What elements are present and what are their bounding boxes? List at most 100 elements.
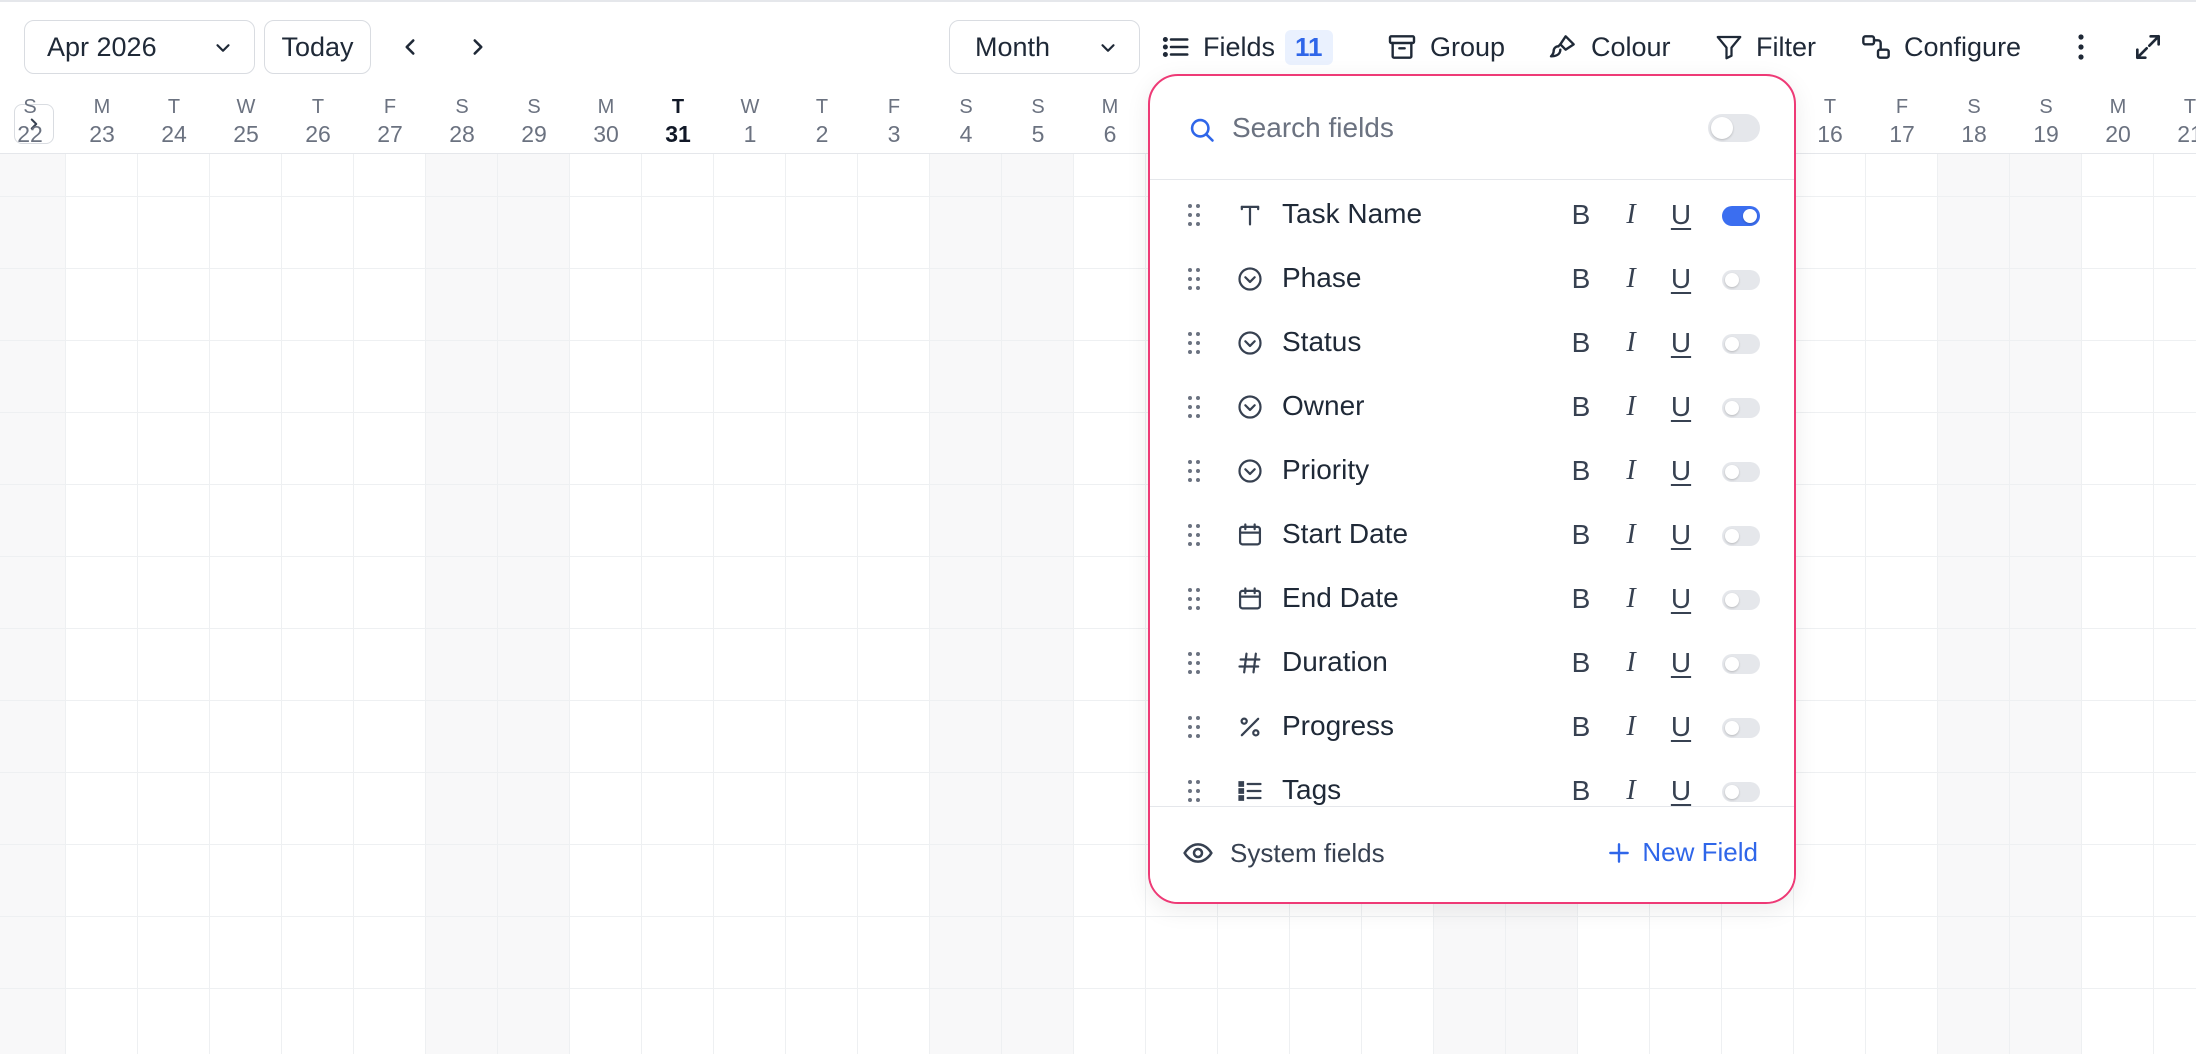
new-field-button[interactable]: New Field (1606, 837, 1758, 868)
day-column[interactable] (66, 154, 138, 1054)
day-column[interactable] (930, 154, 1002, 1054)
bold-button[interactable]: B (1566, 198, 1596, 232)
field-visibility-toggle[interactable] (1722, 782, 1760, 802)
italic-button[interactable]: I (1616, 326, 1646, 360)
drag-handle-icon[interactable] (1186, 778, 1202, 809)
underline-button[interactable]: U (1666, 326, 1696, 360)
search-fields-input[interactable] (1232, 106, 1612, 150)
colour-button[interactable]: Colour (1547, 26, 1671, 68)
bold-button[interactable]: B (1566, 390, 1596, 424)
today-button[interactable]: Today (264, 20, 371, 74)
bold-button[interactable]: B (1566, 646, 1596, 680)
bold-button[interactable]: B (1566, 518, 1596, 552)
field-row-progress[interactable]: Progress B I U (1150, 696, 1794, 760)
field-visibility-toggle[interactable] (1722, 590, 1760, 610)
underline-button[interactable]: U (1666, 518, 1696, 552)
italic-button[interactable]: I (1616, 710, 1646, 744)
italic-button[interactable]: I (1616, 646, 1646, 680)
field-row-duration[interactable]: Duration B I U (1150, 632, 1794, 696)
day-column[interactable] (714, 154, 786, 1054)
field-visibility-toggle[interactable] (1722, 462, 1760, 482)
day-column[interactable] (642, 154, 714, 1054)
system-fields-button[interactable]: System fields (1182, 837, 1385, 869)
italic-button[interactable]: I (1616, 454, 1646, 488)
day-column[interactable] (210, 154, 282, 1054)
field-row-end-date[interactable]: End Date B I U (1150, 568, 1794, 632)
italic-button[interactable]: I (1616, 262, 1646, 296)
italic-button[interactable]: I (1616, 390, 1646, 424)
field-row-status[interactable]: Status B I U (1150, 312, 1794, 376)
bold-button[interactable]: B (1566, 582, 1596, 616)
italic-button[interactable]: I (1616, 774, 1646, 808)
field-row-tags[interactable]: Tags B I U (1150, 760, 1794, 810)
field-row-task-name[interactable]: Task Name B I U (1150, 184, 1794, 248)
drag-handle-icon[interactable] (1186, 266, 1202, 297)
underline-button[interactable]: U (1666, 710, 1696, 744)
day-column[interactable] (0, 154, 66, 1054)
bold-button[interactable]: B (1566, 326, 1596, 360)
next-button[interactable] (460, 26, 496, 68)
underline-button[interactable]: U (1666, 262, 1696, 296)
month-picker[interactable]: Apr 2026 (24, 20, 255, 74)
day-column[interactable] (354, 154, 426, 1054)
expand-icon (2136, 35, 2160, 59)
italic-button[interactable]: I (1616, 582, 1646, 616)
field-visibility-toggle[interactable] (1722, 718, 1760, 738)
day-column[interactable] (1794, 154, 1866, 1054)
field-visibility-toggle[interactable] (1722, 270, 1760, 290)
underline-button[interactable]: U (1666, 198, 1696, 232)
field-visibility-toggle[interactable] (1722, 206, 1760, 226)
day-column[interactable] (2010, 154, 2082, 1054)
bold-button[interactable]: B (1566, 774, 1596, 808)
day-column[interactable] (786, 154, 858, 1054)
drag-handle-icon[interactable] (1186, 202, 1202, 233)
italic-button[interactable]: I (1616, 198, 1646, 232)
day-column[interactable] (2154, 154, 2196, 1054)
day-column[interactable] (1074, 154, 1146, 1054)
day-column[interactable] (426, 154, 498, 1054)
configure-button[interactable]: Configure (1860, 26, 2021, 68)
day-column[interactable] (498, 154, 570, 1054)
drag-handle-icon[interactable] (1186, 522, 1202, 553)
field-row-owner[interactable]: Owner B I U (1150, 376, 1794, 440)
field-row-phase[interactable]: Phase B I U (1150, 248, 1794, 312)
expand-button[interactable] (2128, 26, 2168, 68)
previous-button[interactable] (392, 26, 428, 68)
drag-handle-icon[interactable] (1186, 714, 1202, 745)
fields-button[interactable]: Fields 11 (1161, 26, 1333, 68)
drag-handle-icon[interactable] (1186, 394, 1202, 425)
drag-handle-icon[interactable] (1186, 650, 1202, 681)
field-visibility-toggle[interactable] (1722, 334, 1760, 354)
field-row-start-date[interactable]: Start Date B I U (1150, 504, 1794, 568)
drag-handle-icon[interactable] (1186, 586, 1202, 617)
drag-handle-icon[interactable] (1186, 330, 1202, 361)
day-column[interactable] (282, 154, 354, 1054)
day-column[interactable] (1866, 154, 1938, 1054)
view-picker[interactable]: Month (949, 20, 1140, 74)
italic-button[interactable]: I (1616, 518, 1646, 552)
day-letter: M (2109, 96, 2127, 118)
underline-button[interactable]: U (1666, 454, 1696, 488)
show-all-toggle[interactable] (1708, 114, 1760, 142)
day-column[interactable] (1002, 154, 1074, 1054)
drag-handle-icon[interactable] (1186, 458, 1202, 489)
bold-button[interactable]: B (1566, 454, 1596, 488)
field-visibility-toggle[interactable] (1722, 398, 1760, 418)
bold-button[interactable]: B (1566, 262, 1596, 296)
bold-button[interactable]: B (1566, 710, 1596, 744)
day-column[interactable] (858, 154, 930, 1054)
field-visibility-toggle[interactable] (1722, 654, 1760, 674)
day-column[interactable] (2082, 154, 2154, 1054)
group-button[interactable]: Group (1386, 26, 1505, 68)
field-row-priority[interactable]: Priority B I U (1150, 440, 1794, 504)
filter-button[interactable]: Filter (1714, 26, 1816, 68)
day-column[interactable] (570, 154, 642, 1054)
underline-button[interactable]: U (1666, 646, 1696, 680)
underline-button[interactable]: U (1666, 390, 1696, 424)
field-visibility-toggle[interactable] (1722, 526, 1760, 546)
day-column[interactable] (138, 154, 210, 1054)
underline-button[interactable]: U (1666, 582, 1696, 616)
day-column[interactable] (1938, 154, 2010, 1054)
more-options-button[interactable] (2066, 26, 2096, 68)
underline-button[interactable]: U (1666, 774, 1696, 808)
